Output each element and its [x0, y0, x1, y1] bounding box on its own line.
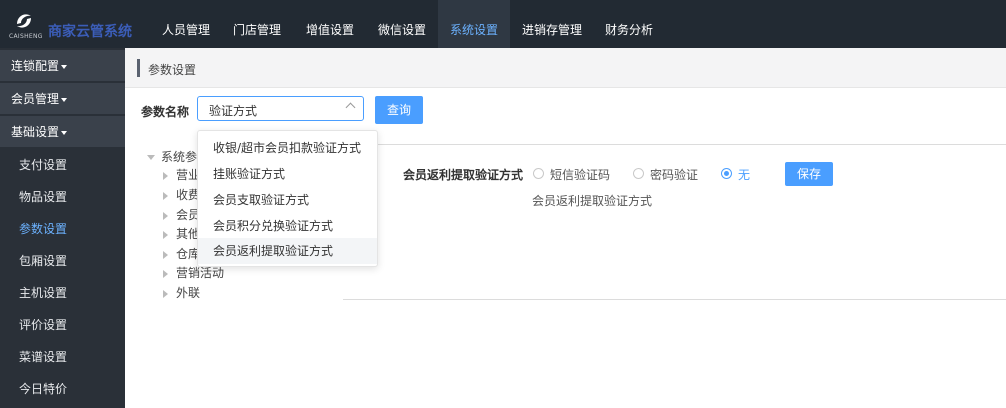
nav-item-value-added[interactable]: 增值设置 — [306, 0, 354, 48]
tree-root[interactable]: 系统参 — [147, 148, 197, 165]
sidebar: 连锁配置 会员管理 基础设置 支付设置 物品设置 参数设置 包厢设置 主机设置 … — [0, 48, 125, 408]
sidebar-item-payment[interactable]: 支付设置 — [0, 149, 125, 181]
brand-title: 商家云管系统 — [48, 24, 132, 40]
param-name-label: 参数名称 — [141, 105, 190, 119]
expand-right-icon — [163, 250, 168, 259]
form-description: 会员返利提取验证方式 — [532, 194, 653, 208]
radio-password[interactable] — [633, 168, 644, 179]
sidebar-item-host[interactable]: 主机设置 — [0, 277, 125, 309]
breadcrumb: 参数设置 — [125, 48, 1006, 88]
caret-down-icon — [61, 130, 68, 135]
dropdown-option[interactable]: 会员支取验证方式 — [198, 187, 377, 213]
tree-node[interactable]: 收费 — [163, 186, 200, 203]
nav-item-wechat[interactable]: 微信设置 — [378, 0, 426, 48]
dropdown-option[interactable]: 收银/超市会员扣款验证方式 — [198, 135, 377, 161]
brand-logo[interactable]: CAISHENG 商家云管系统 — [0, 0, 150, 48]
top-nav: CAISHENG 商家云管系统 人员管理 门店管理 增值设置 微信设置 系统设置… — [0, 0, 1006, 48]
radio-password-label[interactable]: 密码验证 — [650, 166, 698, 183]
expand-right-icon — [163, 211, 168, 220]
caret-down-icon — [61, 64, 68, 69]
sidebar-item-special[interactable]: 今日特价 — [0, 373, 125, 405]
nav-item-store[interactable]: 门店管理 — [233, 0, 281, 48]
sidebar-group-member[interactable]: 会员管理 — [0, 83, 125, 115]
sidebar-item-params[interactable]: 参数设置 — [0, 213, 125, 245]
dropdown-option[interactable]: 会员积分兑换验证方式 — [198, 213, 377, 239]
param-select-value: 验证方式 — [209, 104, 258, 118]
param-select[interactable]: 验证方式 — [197, 96, 364, 121]
sidebar-group-label: 连锁配置 — [11, 59, 60, 73]
brand-subtitle: CAISHENG — [9, 33, 43, 40]
chevron-up-icon — [345, 102, 356, 113]
tree-root-label: 系统参 — [161, 150, 198, 164]
tree-node-label: 营销活动 — [176, 266, 225, 280]
dropdown-option-highlighted[interactable]: 会员返利提取验证方式 — [198, 238, 377, 264]
expand-right-icon — [163, 191, 168, 200]
radio-none-label[interactable]: 无 — [738, 166, 750, 183]
tree-node[interactable]: 会员 — [163, 206, 200, 223]
sidebar-item-rooms[interactable]: 包厢设置 — [0, 245, 125, 277]
sidebar-group-basic[interactable]: 基础设置 — [0, 116, 125, 148]
tree-node[interactable]: 其他 — [163, 225, 200, 242]
caret-down-icon — [61, 97, 68, 102]
nav-item-staff[interactable]: 人员管理 — [162, 0, 210, 48]
tree-node-label: 外联 — [176, 286, 201, 300]
save-button[interactable]: 保存 — [785, 162, 833, 186]
tree-node[interactable]: 仓库 — [163, 245, 200, 262]
dropdown-option[interactable]: 挂账验证方式 — [198, 161, 377, 187]
logo-icon — [17, 14, 31, 28]
radio-sms-label[interactable]: 短信验证码 — [550, 166, 610, 183]
query-button[interactable]: 查询 — [375, 96, 423, 124]
expand-right-icon — [163, 269, 168, 278]
expand-down-icon — [147, 155, 155, 160]
radio-none[interactable] — [721, 168, 732, 179]
param-dropdown: 收银/超市会员扣款验证方式 挂账验证方式 会员支取验证方式 会员积分兑换验证方式… — [197, 130, 378, 267]
sidebar-item-menu[interactable]: 菜谱设置 — [0, 341, 125, 373]
expand-right-icon — [163, 289, 168, 298]
expand-right-icon — [163, 230, 168, 239]
expand-right-icon — [163, 171, 168, 180]
tree-node[interactable]: 外联 — [163, 284, 200, 301]
sidebar-item-review[interactable]: 评价设置 — [0, 309, 125, 341]
radio-sms[interactable] — [533, 168, 544, 179]
page-title: 参数设置 — [148, 63, 197, 77]
sidebar-item-goods[interactable]: 物品设置 — [0, 181, 125, 213]
sidebar-group-label: 基础设置 — [11, 125, 60, 139]
tree-node[interactable]: 营业 — [163, 166, 200, 183]
divider — [377, 144, 1006, 145]
nav-item-inventory[interactable]: 进销存管理 — [522, 0, 582, 48]
nav-item-finance[interactable]: 财务分析 — [605, 0, 653, 48]
nav-item-system[interactable]: 系统设置 — [438, 0, 510, 48]
sidebar-group-chain[interactable]: 连锁配置 — [0, 50, 125, 82]
breadcrumb-marker — [137, 59, 140, 77]
form-label: 会员返利提取验证方式 — [403, 168, 524, 182]
sidebar-group-label: 会员管理 — [11, 92, 60, 106]
divider — [343, 299, 1006, 300]
main-content: 参数设置 参数名称 验证方式 查询 系统参 营业 收费 会员 其他 仓库 营销活… — [125, 48, 1006, 408]
